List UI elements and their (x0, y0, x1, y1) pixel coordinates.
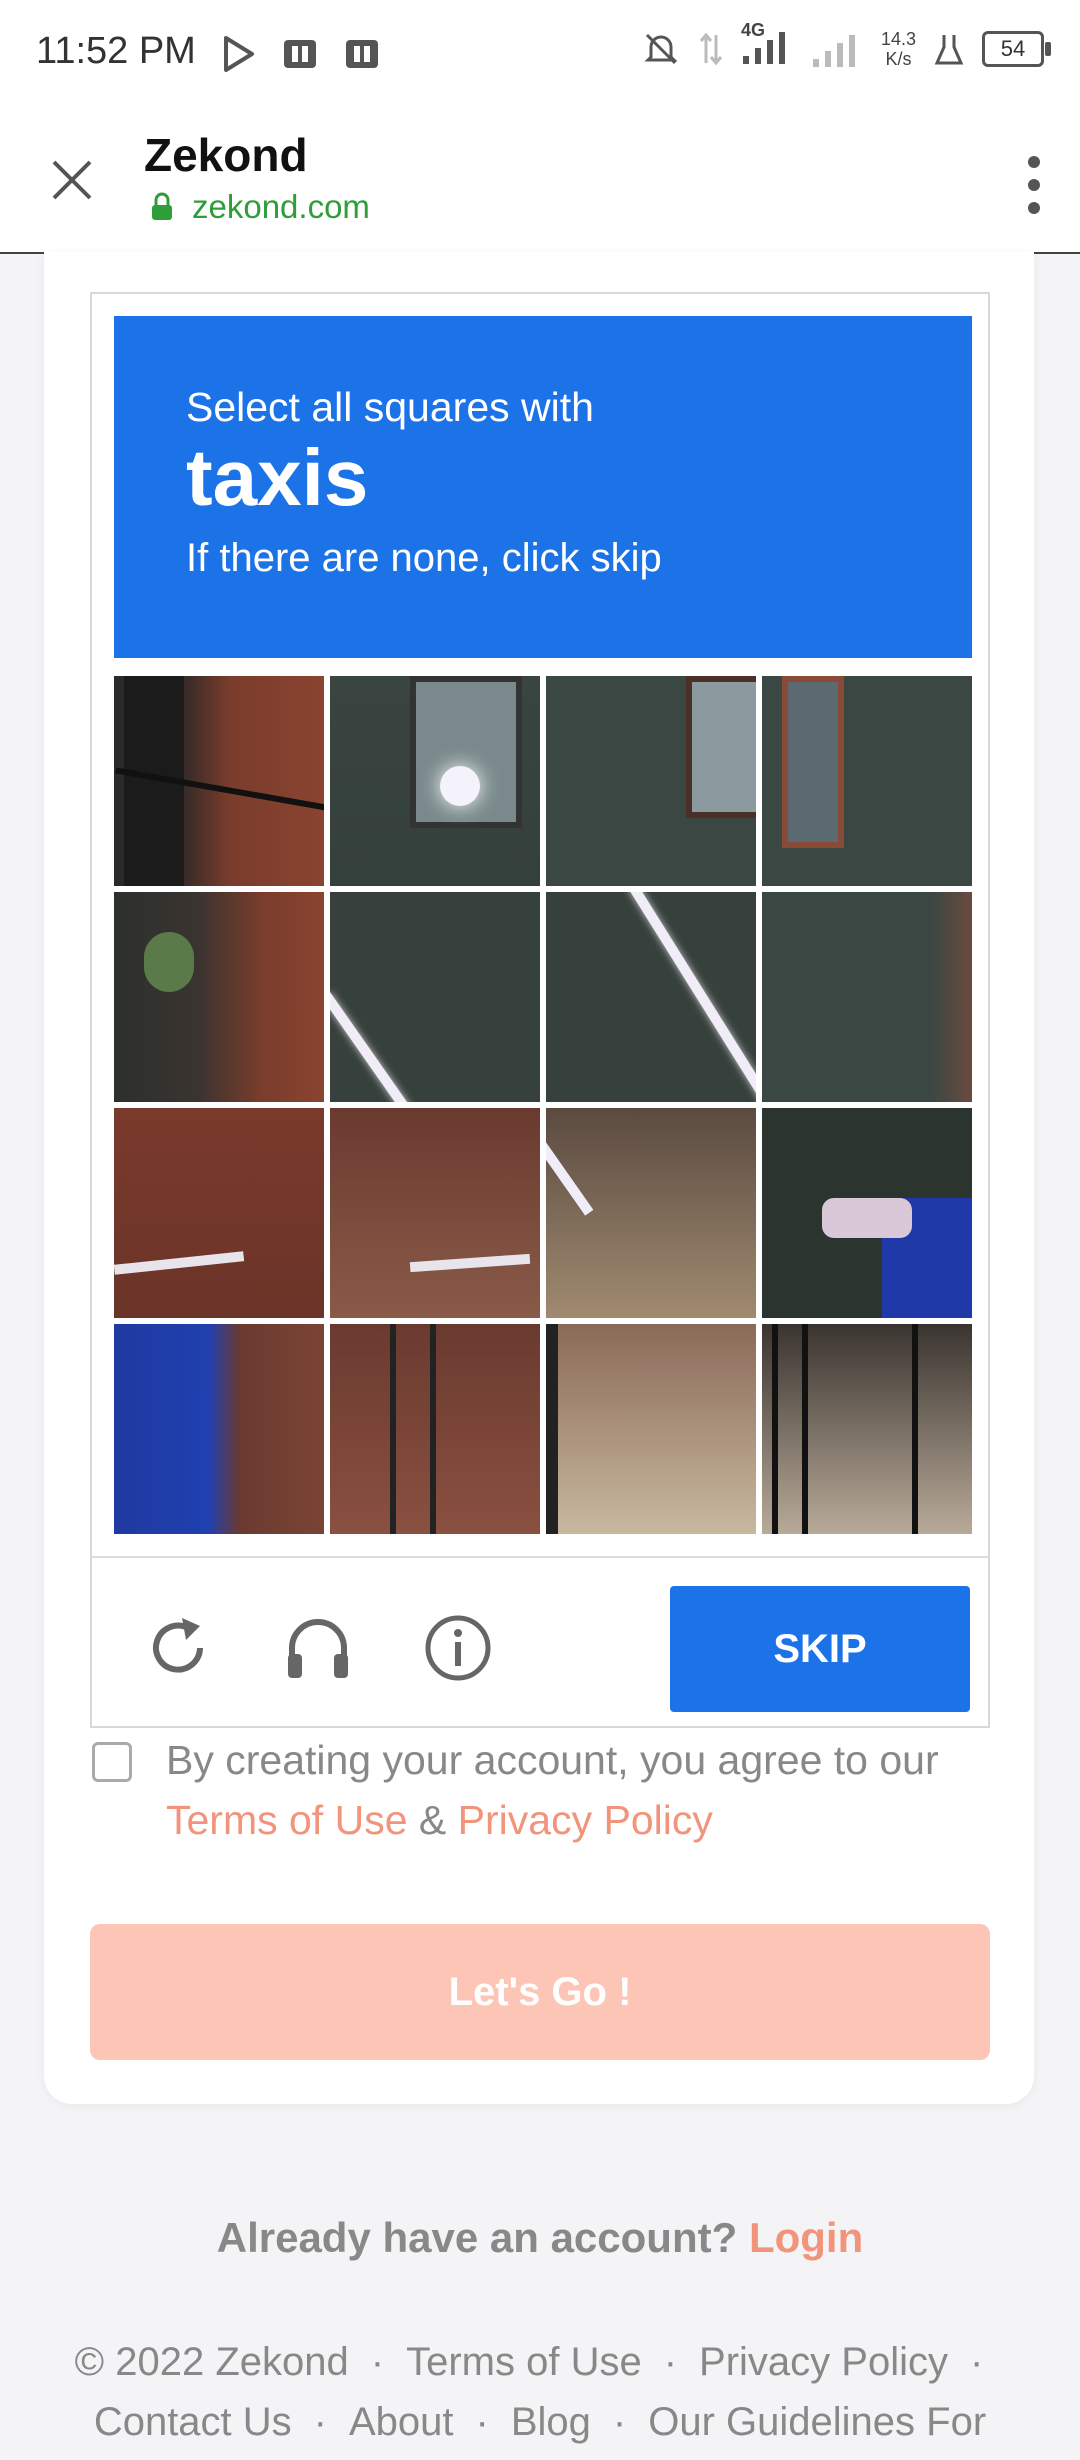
captcha-header: Select all squares with taxis If there a… (114, 316, 972, 658)
captcha-tile[interactable] (114, 676, 324, 886)
speed-unit: K/s (885, 48, 912, 69)
footer-separator: · (313, 2400, 327, 2444)
lets-go-button[interactable]: Let's Go ! (90, 1924, 990, 2060)
play-store-icon (218, 34, 258, 74)
captcha-divider (92, 1556, 988, 1558)
url-display[interactable]: zekond.com (150, 188, 370, 226)
skip-button[interactable]: SKIP (670, 1586, 970, 1712)
captcha-keyword: taxis (186, 433, 369, 522)
terms-of-use-link[interactable]: Terms of Use (166, 1797, 408, 1843)
speed-value: 14.3 (880, 28, 916, 49)
footer-copyright: © 2022 Zekond (74, 2340, 349, 2384)
captcha-hint: If there are none, click skip (186, 536, 662, 580)
signal-weak-icon (812, 34, 855, 67)
footer-privacy-link[interactable]: Privacy Policy (699, 2340, 948, 2384)
captcha-image-grid (114, 676, 972, 1534)
lock-icon (152, 192, 172, 220)
captcha-tile[interactable] (546, 1108, 756, 1318)
footer-separator: · (663, 2340, 678, 2384)
footer-blog-link[interactable]: Blog (511, 2400, 591, 2444)
app-notification-icon (342, 34, 382, 74)
captcha-tile[interactable] (114, 892, 324, 1102)
footer-separator: · (370, 2340, 385, 2384)
captcha-tile[interactable] (762, 1324, 972, 1534)
app-notification-icon (280, 34, 320, 74)
status-bar: 11:52 PM 4G 14.3 K/s 54 (0, 0, 1080, 108)
captcha-tile[interactable] (330, 1324, 540, 1534)
footer-terms-link[interactable]: Terms of Use (406, 2340, 642, 2384)
captcha-tile[interactable] (762, 676, 972, 886)
footer-separator: · (612, 2400, 627, 2444)
privacy-policy-link[interactable]: Privacy Policy (458, 1797, 713, 1843)
captcha-tile[interactable] (114, 1324, 324, 1534)
captcha-instruction: Select all squares with (186, 384, 594, 430)
close-icon[interactable] (44, 152, 100, 208)
footer-row-2: Contact Us · About · Blog · Our Guidelines For (0, 2400, 1080, 2445)
captcha-tile[interactable] (762, 892, 972, 1102)
data-arrows-icon (699, 32, 723, 65)
footer-guidelines-link[interactable]: Our Guidelines For (648, 2400, 986, 2444)
footer-contact-link[interactable]: Contact Us (94, 2400, 292, 2444)
page-title: Zekond (144, 129, 308, 181)
captcha-tile[interactable] (546, 892, 756, 1102)
flask-icon (934, 34, 964, 64)
mute-bell-icon (644, 33, 678, 64)
login-link[interactable]: Login (749, 2214, 863, 2261)
site-url: zekond.com (192, 188, 370, 225)
terms-checkbox[interactable] (92, 1742, 132, 1782)
captcha-tile[interactable] (546, 1324, 756, 1534)
network-type: 4G (740, 20, 765, 40)
footer-about-link[interactable]: About (349, 2400, 454, 2444)
status-time: 11:52 PM (36, 30, 196, 72)
footer-separator: · (970, 2340, 984, 2384)
footer-row-1: © 2022 Zekond · Terms of Use · Privacy Polic… (0, 2340, 1080, 2385)
login-prompt: Already have an account? Login (0, 2214, 1080, 2262)
login-prompt-text: Already have an account? (216, 2214, 738, 2261)
headphones-icon[interactable] (282, 1612, 354, 1684)
terms-agreement: By creating your account, you agree to o… (166, 1730, 1006, 1850)
status-right: 4G 14.3 K/s 54 (641, 20, 1051, 71)
captcha-tile[interactable] (330, 1108, 540, 1318)
captcha-tile[interactable] (546, 676, 756, 886)
network-speed: 14.3 K/s (881, 29, 916, 69)
captcha-tile[interactable] (114, 1108, 324, 1318)
footer-separator: · (475, 2400, 489, 2444)
terms-text: By creating your account, you agree to o… (166, 1737, 939, 1783)
browser-toolbar: Zekond zekond.com (0, 108, 1080, 254)
captcha-tile[interactable] (330, 892, 540, 1102)
captcha-tile[interactable] (330, 676, 540, 886)
reload-icon[interactable] (142, 1612, 214, 1684)
notification-icons (218, 34, 382, 74)
more-options-icon[interactable] (1022, 154, 1046, 216)
captcha-tile[interactable] (762, 1108, 972, 1318)
terms-ampersand: & (418, 1797, 447, 1843)
info-icon[interactable] (422, 1612, 494, 1684)
captcha-challenge: Select all squares with taxis If there a… (90, 292, 990, 1728)
battery-icon: 54 (982, 30, 1051, 67)
